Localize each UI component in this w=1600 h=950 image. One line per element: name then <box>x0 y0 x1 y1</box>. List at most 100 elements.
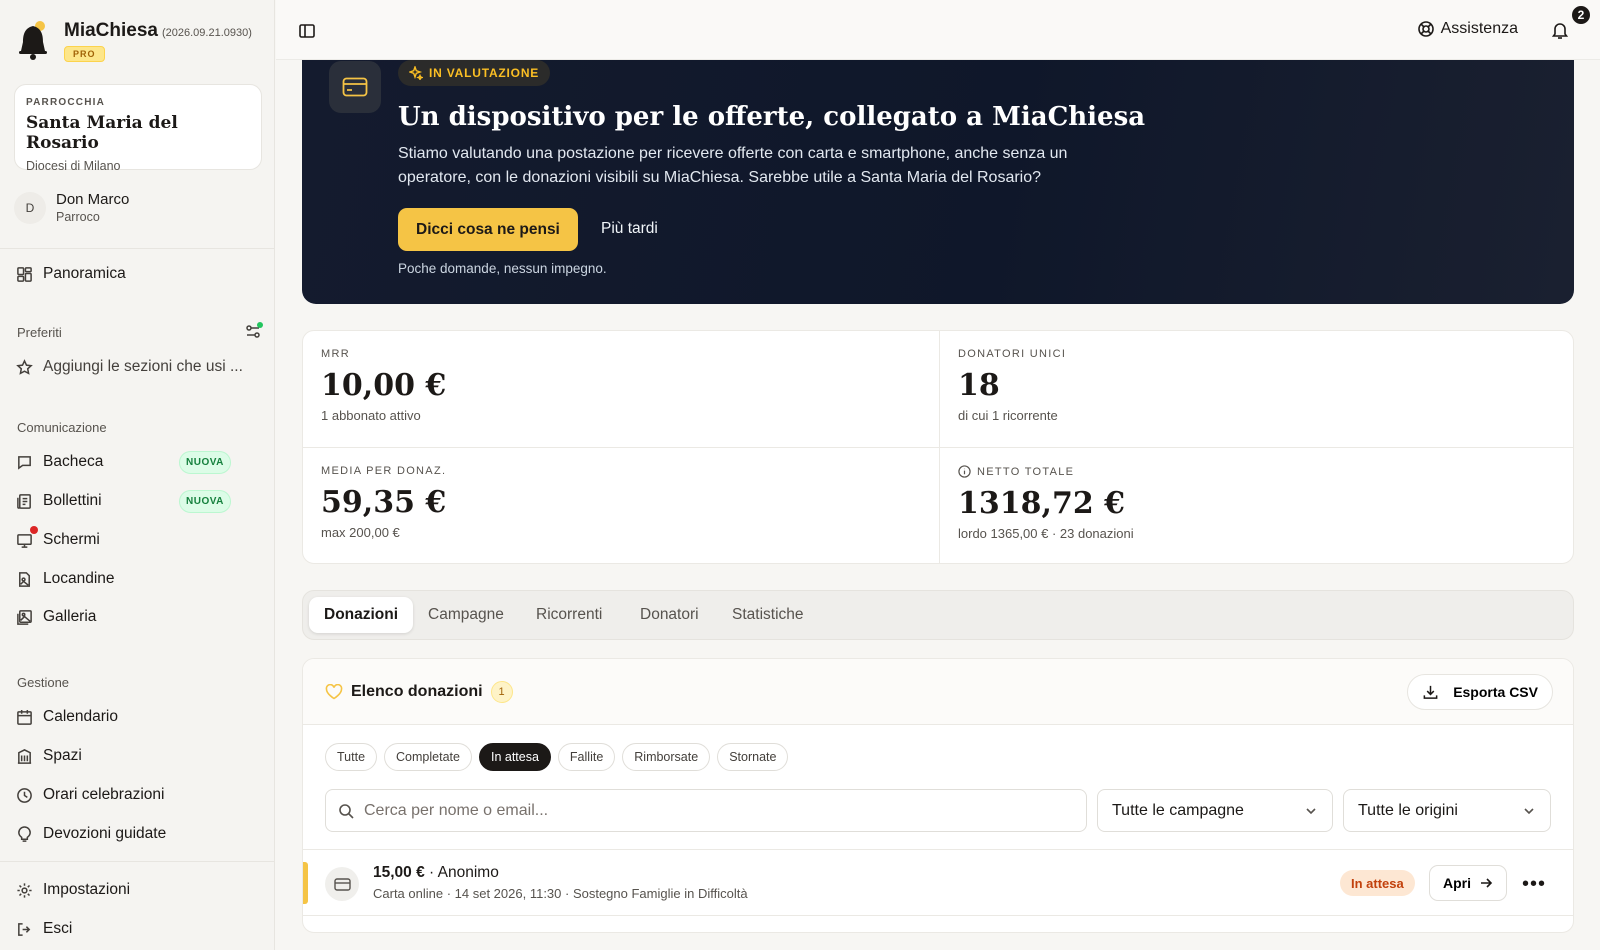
evaluation-badge: IN VALUTAZIONE <box>398 60 551 86</box>
tab-statistiche[interactable]: Statistiche <box>717 597 819 633</box>
sidebar-item-label: Impostazioni <box>43 881 131 898</box>
star-icon <box>16 358 33 375</box>
search-placeholder: Cerca per nome o email... <box>364 801 549 819</box>
later-button[interactable]: Più tardi <box>601 220 658 238</box>
donation-donor: Anonimo <box>437 864 499 881</box>
sidebar-item-galleria[interactable]: Galleria <box>16 604 96 630</box>
favorites-add-label: Aggiungi le sezioni che usi ... <box>43 358 243 375</box>
info-icon[interactable] <box>958 465 971 478</box>
sidebar-item-logout[interactable]: Esci <box>16 916 72 942</box>
sidebar-item-label: Galleria <box>43 608 97 625</box>
donation-title: 15,00 € · Anonimo <box>373 864 499 882</box>
pending-accent <box>303 862 308 904</box>
sidebar-item-label: Devozioni guidate <box>43 825 167 842</box>
stat-label: MRR <box>321 348 350 360</box>
sidebar-item-label: Spazi <box>43 747 82 764</box>
tab-campagne[interactable]: Campagne <box>413 597 519 633</box>
open-label: Apri <box>1443 875 1471 891</box>
device-survey-banner: IN VALUTAZIONE Un dispositivo per le off… <box>302 60 1574 304</box>
sidebar-toggle-icon[interactable] <box>298 22 316 40</box>
divider <box>0 861 275 862</box>
stat-label: NETTO TOTALE <box>977 465 1075 478</box>
stat-label-row: NETTO TOTALE <box>958 465 1557 478</box>
tab-donatori[interactable]: Donatori <box>625 597 714 633</box>
stat-label: MEDIA PER DONAZ. <box>321 465 447 477</box>
download-icon <box>1423 685 1438 699</box>
customize-favorites-icon[interactable] <box>244 321 264 341</box>
filter-completate[interactable]: Completate <box>384 743 472 771</box>
card-icon <box>329 61 381 113</box>
notifications-bell-icon[interactable] <box>1550 20 1570 40</box>
sidebar-item-label: Calendario <box>43 708 118 725</box>
sidebar-item-orari[interactable]: Orari celebrazioni <box>16 782 164 808</box>
sidebar-item-settings[interactable]: Impostazioni <box>16 877 130 903</box>
export-csv-button[interactable]: Esporta CSV <box>1407 674 1553 710</box>
donation-stats: MRR 10,00 € 1 abbonato attivo DONATORI U… <box>302 330 1574 564</box>
stat-sub: max 200,00 € <box>321 525 400 540</box>
donation-amount: 15,00 € <box>373 864 425 881</box>
sidebar-item-schermi[interactable]: Schermi <box>16 527 100 553</box>
help-label: Assistenza <box>1440 20 1518 37</box>
new-badge: NUOVA <box>179 451 231 474</box>
more-options-icon[interactable]: ••• <box>1522 873 1546 896</box>
stat-value: 1318,72 € <box>958 486 1126 521</box>
sidebar-item-overview[interactable]: Panoramica <box>16 261 126 287</box>
sidebar-item-locandine[interactable]: Locandine <box>16 566 115 592</box>
sidebar-item-bollettini[interactable]: Bollettini <box>16 488 102 514</box>
calendar-icon <box>17 709 32 725</box>
stat-sub: 1 abbonato attivo <box>321 408 421 423</box>
help-button[interactable]: Assistenza <box>1417 20 1518 38</box>
stat-unique-donors: DONATORI UNICI 18 di cui 1 ricorrente <box>940 331 1575 447</box>
stat-label: DONATORI UNICI <box>958 348 1067 360</box>
tab-donazioni[interactable]: Donazioni <box>309 597 414 633</box>
stat-value: 18 <box>958 368 1000 403</box>
avatar: D <box>14 191 46 224</box>
status-filters: Tutte Completate In attesa Fallite Rimbo… <box>325 743 789 771</box>
brand[interactable]: MiaChiesa (2026.09.21.0930) PRO <box>16 20 252 62</box>
campaign-select[interactable]: Tutte le campagne <box>1097 789 1333 832</box>
stat-sub: di cui 1 ricorrente <box>958 408 1058 423</box>
origin-select[interactable]: Tutte le origini <box>1343 789 1551 832</box>
lightbulb-icon <box>18 825 31 842</box>
plan-badge: PRO <box>64 46 105 62</box>
hero-note: Poche domande, nessun impegno. <box>398 261 607 276</box>
open-donation-button[interactable]: Apri <box>1429 865 1507 901</box>
filter-fallite[interactable]: Fallite <box>557 743 616 771</box>
gear-icon <box>17 882 32 898</box>
parish-diocese: Diocesi di Milano <box>26 159 121 173</box>
favorites-add[interactable]: Aggiungi le sezioni che usi ... <box>16 354 243 380</box>
filter-stornate[interactable]: Stornate <box>717 743 789 771</box>
search-input[interactable]: Cerca per nome o email... <box>325 789 1087 832</box>
sidebar-item-label: Bacheca <box>43 453 104 470</box>
sidebar-item-calendario[interactable]: Calendario <box>16 704 118 730</box>
sidebar-item-label: Schermi <box>43 531 100 548</box>
favorites-title: Preferiti <box>17 325 62 340</box>
parish-card[interactable]: PARROCCHIA Santa Maria del Rosario Dioce… <box>14 84 262 173</box>
gallery-icon <box>17 609 32 625</box>
tab-ricorrenti[interactable]: Ricorrenti <box>521 597 617 633</box>
filter-rimborsate[interactable]: Rimborsate <box>622 743 711 771</box>
sidebar-item-spazi[interactable]: Spazi <box>16 743 82 769</box>
separator: · <box>429 864 435 881</box>
filter-in-attesa[interactable]: In attesa <box>478 743 551 771</box>
status-badge: In attesa <box>1340 870 1415 896</box>
table-row[interactable]: 15,00 € · Anonimo Carta online · 14 set … <box>303 850 1573 916</box>
user-profile[interactable]: D Don Marco Parroco <box>14 191 129 224</box>
notifications-count: 2 <box>1570 4 1592 26</box>
lifebuoy-icon <box>1417 21 1434 37</box>
new-badge: NUOVA <box>179 490 231 513</box>
user-role: Parroco <box>56 210 100 224</box>
sidebar-item-label: Orari celebrazioni <box>43 786 165 803</box>
feedback-button[interactable]: Dicci cosa ne pensi <box>398 208 578 251</box>
message-icon <box>18 455 31 470</box>
stat-value: 59,35 € <box>321 485 447 520</box>
filter-tutte[interactable]: Tutte <box>325 743 378 771</box>
sidebar-item-label: Esci <box>43 920 73 937</box>
sidebar-item-bacheca[interactable]: Bacheca <box>16 449 103 475</box>
panel-header: Elenco donazioni 1 Esporta CSV <box>303 659 1573 725</box>
dashboard-icon <box>17 266 32 282</box>
sidebar-item-label: Panoramica <box>43 265 126 282</box>
sidebar-item-devozioni[interactable]: Devozioni guidate <box>16 821 166 847</box>
app-name: MiaChiesa <box>64 20 158 41</box>
campaign-select-value: Tutte le campagne <box>1112 801 1244 819</box>
